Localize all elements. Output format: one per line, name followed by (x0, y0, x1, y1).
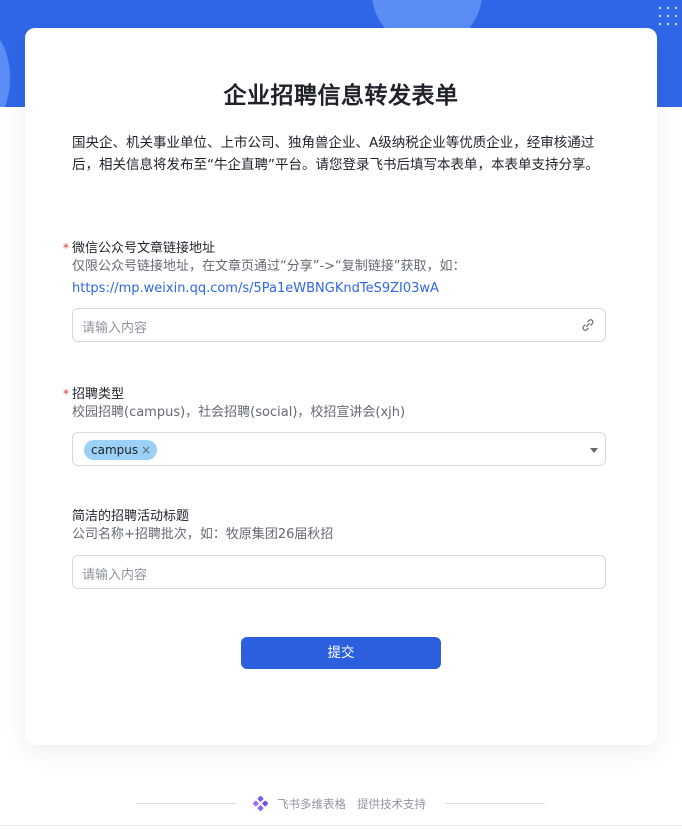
remove-tag-icon[interactable]: × (141, 443, 151, 457)
activity-title-input[interactable]: 请输入内容 (72, 555, 606, 589)
field-desc-article-link: 仅限公众号链接地址，在文章页通过“分享”->“复制链接”获取，如： https:… (72, 256, 466, 300)
chevron-down-icon[interactable] (590, 448, 598, 453)
example-link[interactable]: https://mp.weixin.qq.com/s/5Pa1eWBNGKndT… (72, 278, 466, 300)
selected-tag: campus × (84, 440, 158, 460)
input-placeholder: 请输入内容 (82, 568, 148, 583)
footer: 飞书多维表格 提供技术支持 (0, 795, 682, 811)
footer-brand[interactable]: 飞书多维表格 (277, 796, 346, 812)
link-icon[interactable] (581, 318, 595, 332)
recruit-type-select[interactable]: campus × (72, 432, 606, 466)
feishu-base-logo-icon (253, 796, 268, 811)
footer-powered-by: 提供技术支持 (357, 797, 426, 811)
required-mark: * (63, 387, 69, 401)
input-placeholder: 请输入内容 (82, 321, 148, 336)
field-desc-recruit-type: 校园招聘(campus)，社会招聘(social)，校招宣讲会(xjh) (72, 405, 406, 420)
form-card: 企业招聘信息转发表单 国央企、机关事业单位、上市公司、独角兽企业、A级纳税企业等… (25, 28, 657, 745)
form-title: 企业招聘信息转发表单 (223, 83, 459, 109)
footer-divider (445, 803, 545, 804)
article-link-input[interactable]: 请输入内容 (72, 308, 606, 342)
field-label-recruit-type: * 招聘类型 (63, 387, 125, 402)
field-desc-activity-title: 公司名称+招聘批次，如：牧原集团26届秋招 (72, 527, 334, 542)
form-description: 国央企、机关事业单位、上市公司、独角兽企业、A级纳税企业等优质企业，经审核通过后… (72, 135, 599, 173)
submit-button[interactable]: 提交 (241, 637, 441, 669)
footer-divider (136, 803, 236, 804)
required-mark: * (63, 241, 69, 255)
field-label-activity-title: 简洁的招聘活动标题 (72, 509, 190, 524)
banner-decoration (0, 30, 10, 107)
field-label-article-link: * 微信公众号文章链接地址 (63, 241, 216, 256)
page-bottom-divider (0, 825, 682, 826)
dots-pattern-icon (656, 4, 680, 28)
